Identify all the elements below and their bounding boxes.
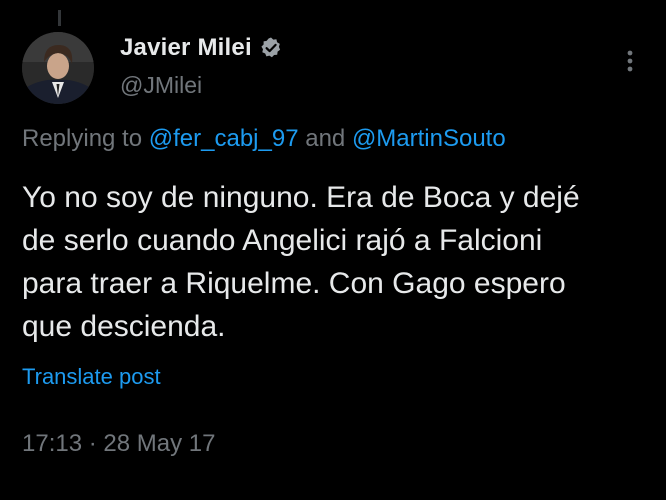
- thread-connector-line: [58, 10, 61, 26]
- tweet-timestamp[interactable]: 17:13 · 28 May 17: [22, 430, 215, 458]
- author-display-name[interactable]: Javier Milei: [120, 34, 252, 62]
- mention-link-fer-cabj-97[interactable]: @fer_cabj_97: [149, 125, 299, 152]
- author-name-row: Javier Milei: [120, 34, 283, 62]
- timestamp-separator: ·: [82, 430, 104, 457]
- translate-post-link[interactable]: Translate post: [22, 364, 161, 390]
- replying-to-line: Replying to @fer_cabj_97 and @MartinSout…: [22, 125, 506, 153]
- verified-badge-icon: [259, 36, 283, 60]
- tweet-time: 17:13: [22, 430, 83, 457]
- replying-to-label: Replying to: [22, 125, 149, 152]
- tweet-text-line: de serlo cuando Angelici rajó a Falcioni: [22, 224, 543, 257]
- tweet-text-line: para traer a Riquelme. Con Gago espero: [22, 267, 566, 300]
- tweet-text: Yo no soy de ninguno. Era de Boca y dejé…: [22, 176, 642, 348]
- author-handle[interactable]: @JMilei: [120, 72, 202, 99]
- tweet-text-line: Yo no soy de ninguno. Era de Boca y dejé: [22, 181, 580, 214]
- avatar[interactable]: [22, 32, 94, 104]
- mention-link-martinsouto[interactable]: @MartinSouto: [352, 125, 506, 152]
- replying-conjunction: and: [298, 125, 352, 152]
- tweet-text-line: que descienda.: [22, 310, 226, 343]
- tweet-date: 28 May 17: [103, 430, 216, 457]
- more-options-icon[interactable]: [620, 48, 640, 74]
